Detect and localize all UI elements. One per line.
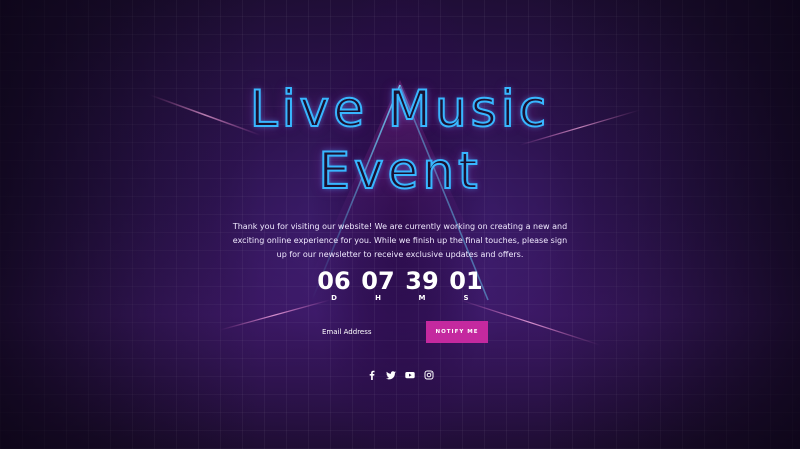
countdown-days: 06 D <box>316 268 352 303</box>
instagram-link[interactable] <box>424 370 434 380</box>
intro-text: Thank you for visiting our website! We a… <box>232 222 568 259</box>
countdown-seconds: 01 S <box>448 268 484 303</box>
countdown-hours: 07 H <box>360 268 396 303</box>
days-value: 06 <box>317 267 351 295</box>
countdown-minutes: 39 M <box>404 268 440 303</box>
youtube-link[interactable] <box>404 370 415 380</box>
notify-me-button[interactable]: NOTIFY ME <box>426 321 488 343</box>
countdown-timer: 06 D 07 H 39 M 01 S <box>0 268 800 303</box>
hours-value: 07 <box>361 267 395 295</box>
twitter-link[interactable] <box>385 370 396 380</box>
email-field[interactable] <box>312 321 426 343</box>
seconds-value: 01 <box>449 267 483 295</box>
newsletter-form: NOTIFY ME <box>312 321 488 343</box>
instagram-icon <box>424 370 433 380</box>
facebook-link[interactable] <box>367 370 377 380</box>
title-line-1: Live Music <box>249 79 551 139</box>
youtube-icon <box>404 372 415 379</box>
twitter-icon <box>385 371 396 380</box>
title-line-2: Event <box>317 141 482 201</box>
right-vignette <box>540 0 800 449</box>
coming-soon-page: Live Music Event Thank you for visiting … <box>0 0 800 449</box>
facebook-icon <box>369 370 374 380</box>
social-links <box>0 370 800 380</box>
minutes-value: 39 <box>405 267 439 295</box>
left-vignette <box>0 0 260 449</box>
page-title: Live Music Event <box>0 78 800 202</box>
